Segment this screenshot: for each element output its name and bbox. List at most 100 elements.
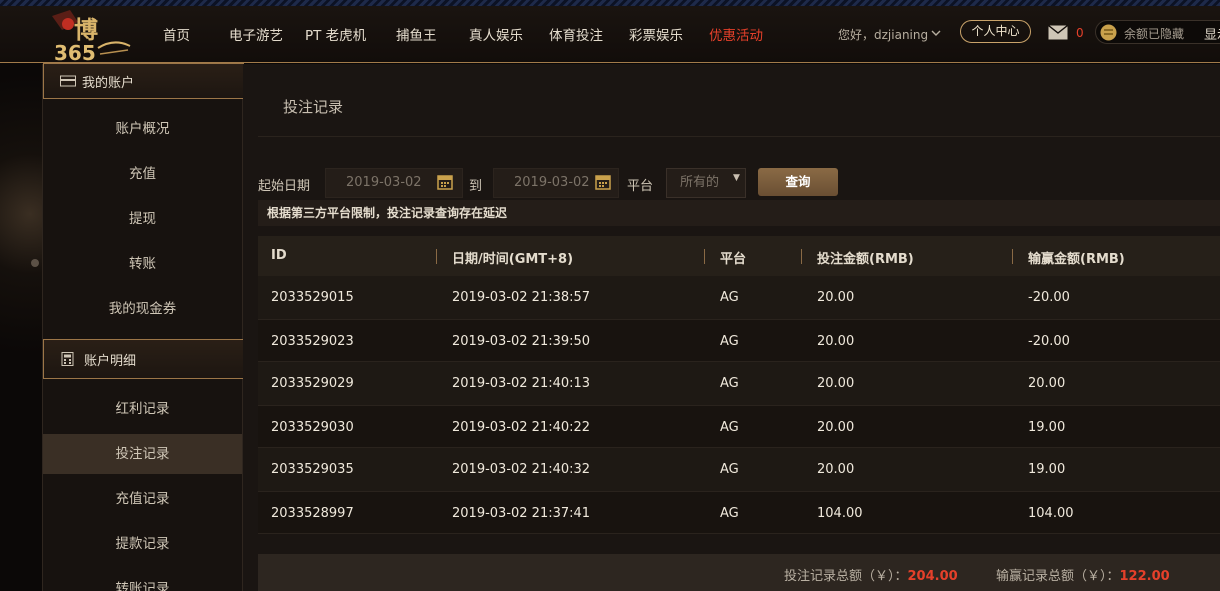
cell-datetime: 2019-03-02 21:40:32 [452, 462, 591, 477]
cell-id: 2033529015 [271, 290, 354, 305]
site-header: 博 365 首页 电子游艺 PT 老虎机 捕鱼王 真人娱乐 体育投注 彩票娱乐 … [0, 6, 1220, 63]
user-greeting[interactable]: 您好，dzjianing [838, 26, 928, 43]
cell-platform: AG [720, 506, 739, 521]
calendar-icon[interactable] [437, 174, 453, 190]
divider [258, 136, 1220, 137]
dropdown-arrow-icon[interactable]: ▼ [733, 173, 740, 183]
cell-win-loss: 19.00 [1028, 420, 1066, 435]
cell-bet-amount: 20.00 [817, 334, 855, 349]
sidebar-item-withdraw-records[interactable]: 提款记录 [43, 524, 242, 564]
balance-text: 余额已隐藏 [1124, 27, 1185, 41]
cell-datetime: 2019-03-02 21:40:13 [452, 376, 591, 391]
sidebar-item-deposit[interactable]: 充值 [43, 154, 242, 194]
date-to-label: 到 [469, 179, 483, 194]
bet-total-summary: 投注记录总额（￥）：204.00 [784, 565, 958, 584]
query-button[interactable]: 查询 [758, 168, 838, 196]
account-sidebar: 我的账户 账户概况 充值 提现 转账 我的现金券 账户明细 红利记录 投注记录 … [42, 63, 244, 591]
bet-total-value: 204.00 [907, 569, 958, 584]
cell-id: 2033529023 [271, 334, 354, 349]
cell-bet-amount: 20.00 [817, 376, 855, 391]
mail-icon[interactable] [1048, 25, 1068, 40]
column-header-platform: 平台 [720, 252, 747, 267]
column-separator [801, 249, 802, 264]
cell-datetime: 2019-03-02 21:40:22 [452, 420, 591, 435]
delay-notice: 根据第三方平台限制，投注记录查询存在延迟 [258, 200, 1220, 226]
main-nav: 首页 电子游艺 PT 老虎机 捕鱼王 真人娱乐 体育投注 彩票娱乐 优惠活动 [0, 6, 790, 63]
column-separator [704, 249, 705, 264]
table-row: 2033529023 2019-03-02 21:39:50 AG 20.00 … [258, 319, 1220, 362]
cell-win-loss: -20.00 [1028, 290, 1070, 305]
cell-id: 2033529030 [271, 420, 354, 435]
cell-bet-amount: 20.00 [817, 290, 855, 305]
cell-datetime: 2019-03-02 21:39:50 [452, 334, 591, 349]
calculator-icon [61, 352, 74, 366]
cell-bet-amount: 20.00 [817, 420, 855, 435]
start-date-label: 起始日期 [258, 179, 311, 194]
nav-promotions[interactable]: 优惠活动 [709, 24, 763, 44]
cell-bet-amount: 20.00 [817, 462, 855, 477]
sidebar-item-account-overview[interactable]: 账户概况 [43, 109, 242, 149]
show-balance-button[interactable]: 显示 [1204, 24, 1220, 43]
cell-platform: AG [720, 334, 739, 349]
nav-fishing-king[interactable]: 捕鱼王 [396, 24, 437, 44]
sidebar-item-deposit-records[interactable]: 充值记录 [43, 479, 242, 519]
sidebar-item-bet-records[interactable]: 投注记录 [43, 434, 242, 474]
cell-platform: AG [720, 462, 739, 477]
column-header-bet-amount: 投注金额(RMB) [817, 252, 914, 267]
table-header: ID 日期/时间(GMT+8) 平台 投注金额(RMB) 输赢金额(RMB) [258, 236, 1220, 276]
cell-platform: AG [720, 420, 739, 435]
balance-display: 余额已隐藏 显示 [1095, 20, 1220, 44]
column-separator [436, 249, 437, 264]
section-title: 我的账户 [82, 76, 135, 91]
nav-home[interactable]: 首页 [163, 24, 190, 44]
column-separator [1012, 249, 1013, 264]
sidebar-item-transfer[interactable]: 转账 [43, 244, 242, 284]
column-header-win-loss: 输赢金额(RMB) [1028, 252, 1125, 267]
table-row: 2033529030 2019-03-02 21:40:22 AG 20.00 … [258, 405, 1220, 448]
section-header-account-details: 账户明细 [43, 339, 244, 379]
nav-lottery[interactable]: 彩票娱乐 [629, 24, 683, 44]
cell-platform: AG [720, 290, 739, 305]
personal-center-button[interactable]: 个人中心 [960, 20, 1031, 43]
cell-id: 2033529035 [271, 462, 354, 477]
table-row: 2033529015 2019-03-02 21:38:57 AG 20.00 … [258, 276, 1220, 319]
platform-label: 平台 [627, 179, 654, 194]
bet-total-label: 投注记录总额（￥）： [784, 569, 908, 584]
section-header-my-account: 我的账户 [43, 63, 244, 99]
calendar-icon[interactable] [595, 174, 611, 190]
nav-sports-betting[interactable]: 体育投注 [549, 24, 603, 44]
cell-id: 2033529029 [271, 376, 354, 391]
cell-win-loss: 20.00 [1028, 376, 1066, 391]
totals-bar: 投注记录总额（￥）：204.00 输赢记录总额（￥）：122.00 [258, 554, 1220, 591]
table-row: 2033529029 2019-03-02 21:40:13 AG 20.00 … [258, 362, 1220, 405]
sidebar-item-transfer-records[interactable]: 转账记录 [43, 569, 242, 591]
sidebar-item-bonus-records[interactable]: 红利记录 [43, 389, 242, 429]
background-decoration [0, 64, 44, 591]
page-title: 投注记录 [283, 98, 344, 116]
nav-electronic-games[interactable]: 电子游艺 [229, 24, 283, 44]
nav-pt-slots[interactable]: PT 老虎机 [305, 24, 366, 44]
cell-win-loss: -20.00 [1028, 334, 1070, 349]
main-content: 投注记录 起始日期 2019-03-02 到 2019-03-02 平台 所有的… [243, 64, 1220, 591]
cell-platform: AG [720, 376, 739, 391]
sidebar-item-withdraw[interactable]: 提现 [43, 199, 242, 239]
column-header-datetime: 日期/时间(GMT+8) [452, 252, 574, 267]
column-header-id: ID [271, 248, 287, 263]
coin-icon [1100, 24, 1117, 41]
win-total-summary: 输赢记录总额（￥）：122.00 [996, 565, 1170, 584]
card-icon [60, 75, 76, 87]
mail-count-badge: 0 [1076, 26, 1084, 40]
sidebar-item-cash-coupons[interactable]: 我的现金券 [43, 289, 242, 329]
cell-bet-amount: 104.00 [817, 506, 863, 521]
section-title: 账户明细 [84, 354, 137, 369]
nav-live-casino[interactable]: 真人娱乐 [469, 24, 523, 44]
table-row: 2033529035 2019-03-02 21:40:32 AG 20.00 … [258, 448, 1220, 491]
cell-win-loss: 19.00 [1028, 462, 1066, 477]
table-row: 2033528997 2019-03-02 21:37:41 AG 104.00… [258, 491, 1220, 534]
cell-datetime: 2019-03-02 21:37:41 [452, 506, 591, 521]
cell-id: 2033528997 [271, 506, 354, 521]
decorative-orb [31, 259, 39, 267]
cell-win-loss: 104.00 [1028, 506, 1074, 521]
win-total-label: 输赢记录总额（￥）： [996, 569, 1120, 584]
chevron-down-icon[interactable] [931, 28, 941, 38]
